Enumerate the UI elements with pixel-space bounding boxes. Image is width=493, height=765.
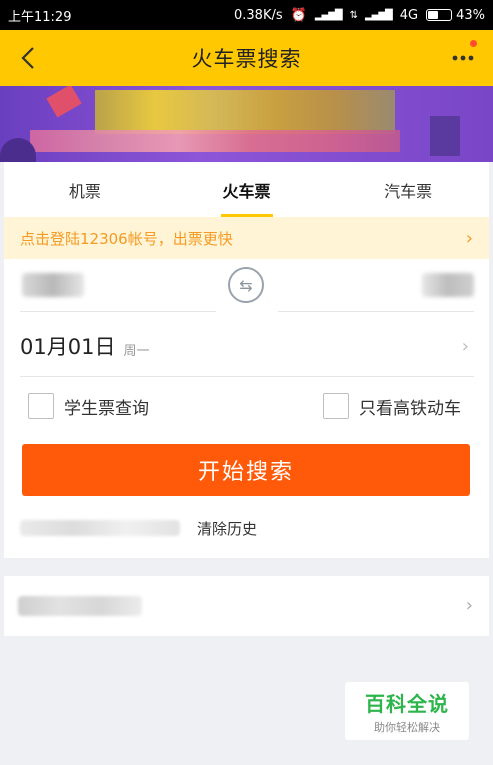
battery-indicator: 43% [426,8,485,23]
checkbox-icon[interactable] [323,393,349,419]
back-icon [21,47,34,69]
recent-order-content [18,596,142,616]
swap-icon: ⇆ [239,275,253,295]
banner-decor-2 [430,116,460,156]
status-bar: 上午11:29 0.38K/s ⏰ ▂▄▆█ ⇅ ▂▄▆█ 4G 43% [0,0,493,30]
banner-decor [46,86,82,118]
travel-date: 01月01日 [20,335,116,359]
tab-bus[interactable]: 汽车票 [327,162,489,217]
watermark-sub-text: 助你轻松解决 [374,720,440,734]
divider [278,311,474,312]
departure-station[interactable] [22,273,84,297]
page-title: 火车票搜索 [191,47,302,71]
swap-stations-button[interactable]: ⇆ [228,267,264,303]
tab-label: 汽车票 [384,181,433,201]
clear-history-link[interactable]: 清除历史 [197,518,257,539]
watermark-main-text: 百科全说 [365,691,449,716]
checkbox-label: 学生票查询 [64,398,149,419]
banner-pixel-block-2 [30,130,400,152]
checkbox-icon[interactable] [28,393,54,419]
signal-icon: ▂▄▆█ [314,9,343,21]
recent-order-card[interactable]: › [4,576,489,636]
network-speed: 0.38K/s [234,7,283,23]
search-button-label: 开始搜索 [197,460,294,485]
tab-label: 机票 [68,181,101,201]
chevron-right-icon: › [465,595,473,616]
data-arrows-icon: ⇅ [349,9,358,21]
arrival-station[interactable] [422,273,474,297]
tab-train[interactable]: 火车票 [166,162,328,217]
travel-weekday: 周一 [123,343,150,359]
banner-pixel-block [95,90,395,134]
ticket-tabs: 机票 火车票 汽车票 [4,162,489,217]
divider [20,311,216,312]
tab-label: 火车票 [222,181,271,201]
login-tip-text: 点击登陆12306帐号，出票更快 [20,229,233,248]
chevron-right-icon: › [465,227,473,249]
search-card: 机票 火车票 汽车票 点击登陆12306帐号，出票更快 › ⇆ 01月01日 周… [4,162,489,558]
battery-percent: 43% [456,7,485,23]
highspeed-only-checkbox[interactable]: 只看高铁动车 [323,393,461,419]
checkbox-label: 只看高铁动车 [359,398,461,419]
battery-fill [428,11,439,19]
student-ticket-checkbox[interactable]: 学生票查询 [28,393,149,419]
nav-bar: 火车票搜索 [0,30,493,86]
signal-icon-2: ▂▄▆█ [364,9,393,21]
search-history: 清除历史 [4,512,489,542]
promo-banner[interactable] [0,86,493,162]
battery-icon [426,9,453,21]
status-right: 0.38K/s ⏰ ▂▄▆█ ⇅ ▂▄▆█ 4G 43% [234,8,485,23]
chevron-right-icon: › [461,335,469,357]
back-button[interactable] [8,38,48,78]
tab-flight[interactable]: 机票 [4,162,166,217]
more-icon [452,55,474,61]
network-type: 4G [399,7,419,23]
start-search-button[interactable]: 开始搜索 [22,444,470,496]
date-picker[interactable]: 01月01日 周一 › [4,315,489,377]
alarm-icon: ⏰ [290,7,307,23]
filter-row: 学生票查询 只看高铁动车 [4,377,489,437]
notification-dot [470,40,477,47]
station-row: ⇆ [4,259,489,315]
status-time: 上午11:29 [8,9,72,25]
history-item[interactable] [20,520,180,536]
watermark-logo: 百科全说 助你轻松解决 [345,682,469,740]
login-tip-banner[interactable]: 点击登陆12306帐号，出票更快 › [4,217,489,259]
